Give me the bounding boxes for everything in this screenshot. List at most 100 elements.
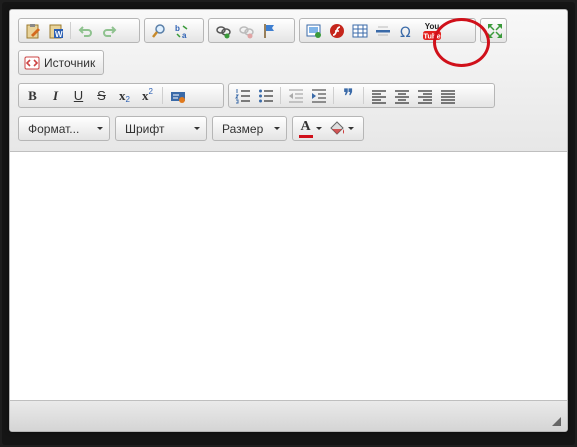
paste-text-icon <box>26 23 40 38</box>
underline-button[interactable]: U <box>67 85 90 106</box>
horizontal-line-button[interactable] <box>371 20 394 41</box>
quote-icon: ❞ <box>343 83 354 108</box>
youtube-icon: You Tube <box>422 22 441 40</box>
align-right-icon <box>417 89 432 104</box>
indent-button[interactable] <box>307 85 330 106</box>
svg-text:Ω: Ω <box>400 25 411 39</box>
table-icon <box>352 24 367 37</box>
redo-button[interactable] <box>97 20 120 41</box>
italic-button[interactable]: I <box>44 85 67 106</box>
size-label: Размер <box>222 121 264 136</box>
find-group: ba <box>144 18 204 43</box>
blockquote-button[interactable]: ❞ <box>337 85 360 106</box>
undo-icon <box>78 25 92 37</box>
flash-icon <box>329 23 344 38</box>
background-color-button[interactable] <box>325 118 357 139</box>
youtube-text-top: You <box>424 22 439 31</box>
replace-button[interactable]: ba <box>170 20 193 41</box>
maximize-icon <box>487 23 502 38</box>
indent-icon <box>311 88 326 103</box>
toolbar-separator <box>162 87 163 104</box>
basic-styles-group: B I U S x2 x2 <box>18 83 224 108</box>
maximize-group <box>480 18 507 43</box>
maximize-button[interactable] <box>483 20 506 41</box>
special-char-button[interactable]: Ω <box>394 20 417 41</box>
font-dropdown[interactable]: Шрифт <box>115 116 207 141</box>
text-color-icon: A <box>298 118 313 138</box>
strikethrough-button[interactable]: S <box>90 85 113 106</box>
text-color-swatch <box>298 134 313 138</box>
outdent-icon <box>288 88 303 103</box>
chevron-down-icon <box>97 127 103 130</box>
anchor-button[interactable] <box>257 20 280 41</box>
unlink-icon <box>238 25 254 38</box>
bold-glyph: B <box>28 88 37 103</box>
link-icon <box>215 25 231 38</box>
editor-content-area[interactable] <box>10 152 567 400</box>
remove-format-button[interactable] <box>166 85 189 106</box>
find-button[interactable] <box>147 20 170 41</box>
bulleted-list-button[interactable] <box>254 85 277 106</box>
find-icon <box>151 23 165 38</box>
chevron-down-icon <box>348 127 354 130</box>
toolbar-separator <box>333 87 334 104</box>
align-left-icon <box>371 89 386 104</box>
unlink-button[interactable] <box>234 20 257 41</box>
svg-text:W: W <box>55 30 63 39</box>
color-group: A <box>292 116 364 141</box>
resize-grip-icon[interactable] <box>552 417 561 426</box>
svg-text:a: a <box>182 31 187 39</box>
align-right-button[interactable] <box>413 85 436 106</box>
image-button[interactable] <box>302 20 325 41</box>
chevron-down-icon <box>194 127 200 130</box>
svg-text:b: b <box>175 24 180 33</box>
source-button[interactable]: Источник <box>24 55 95 71</box>
toolbar-separator <box>70 22 71 39</box>
source-group: Источник <box>18 50 104 75</box>
underline-glyph: U <box>73 88 84 103</box>
toolbar-separator <box>363 87 364 104</box>
text-color-button[interactable]: A <box>295 118 325 139</box>
youtube-button[interactable]: You Tube <box>420 20 443 41</box>
omega-icon: Ω <box>400 25 411 39</box>
paste-from-word-button[interactable]: W <box>44 20 67 41</box>
subscript-button[interactable]: x2 <box>113 85 136 106</box>
size-dropdown[interactable]: Размер <box>212 116 287 141</box>
link-group <box>208 18 295 43</box>
link-button[interactable] <box>211 20 234 41</box>
flash-button[interactable] <box>325 20 348 41</box>
format-dropdown[interactable]: Формат... <box>18 116 110 141</box>
source-code-icon <box>24 56 40 69</box>
bold-button[interactable]: B <box>21 85 44 106</box>
redo-icon <box>102 25 116 37</box>
anchor-flag-icon <box>263 23 274 38</box>
font-color-glyph: A <box>300 118 311 134</box>
table-button[interactable] <box>348 20 371 41</box>
replace-icon: ba <box>175 24 187 39</box>
align-center-icon <box>394 89 409 104</box>
font-label: Шрифт <box>125 121 165 136</box>
image-icon <box>306 24 321 38</box>
editor-status-bar <box>10 400 567 431</box>
justify-button[interactable] <box>436 85 459 106</box>
editor-toolbar: W ba Ω You Tube Источник B I U S x 2 x 2… <box>10 10 567 152</box>
rich-text-editor: W ba Ω You Tube Источник B I U S x 2 x 2… <box>9 9 568 432</box>
paragraph-group: ❞ <box>228 83 495 108</box>
format-label: Формат... <box>28 121 80 136</box>
toolbar-separator <box>280 87 281 104</box>
paste-from-word-icon: W <box>49 24 63 39</box>
superscript-button[interactable]: x2 <box>136 85 159 106</box>
superscript-mark: 2 <box>148 87 153 96</box>
align-center-button[interactable] <box>390 85 413 106</box>
youtube-text-bottom: Tube <box>423 31 440 40</box>
paint-bucket-icon <box>330 120 344 135</box>
numbered-list-icon <box>234 88 250 103</box>
undo-button[interactable] <box>74 20 97 41</box>
clipboard-group: W <box>18 18 140 43</box>
numbered-list-button[interactable] <box>231 85 254 106</box>
paste-text-button[interactable] <box>21 20 44 41</box>
source-label: Источник <box>44 55 96 70</box>
align-left-button[interactable] <box>367 85 390 106</box>
outdent-button[interactable] <box>284 85 307 106</box>
bulleted-list-icon <box>258 89 273 102</box>
